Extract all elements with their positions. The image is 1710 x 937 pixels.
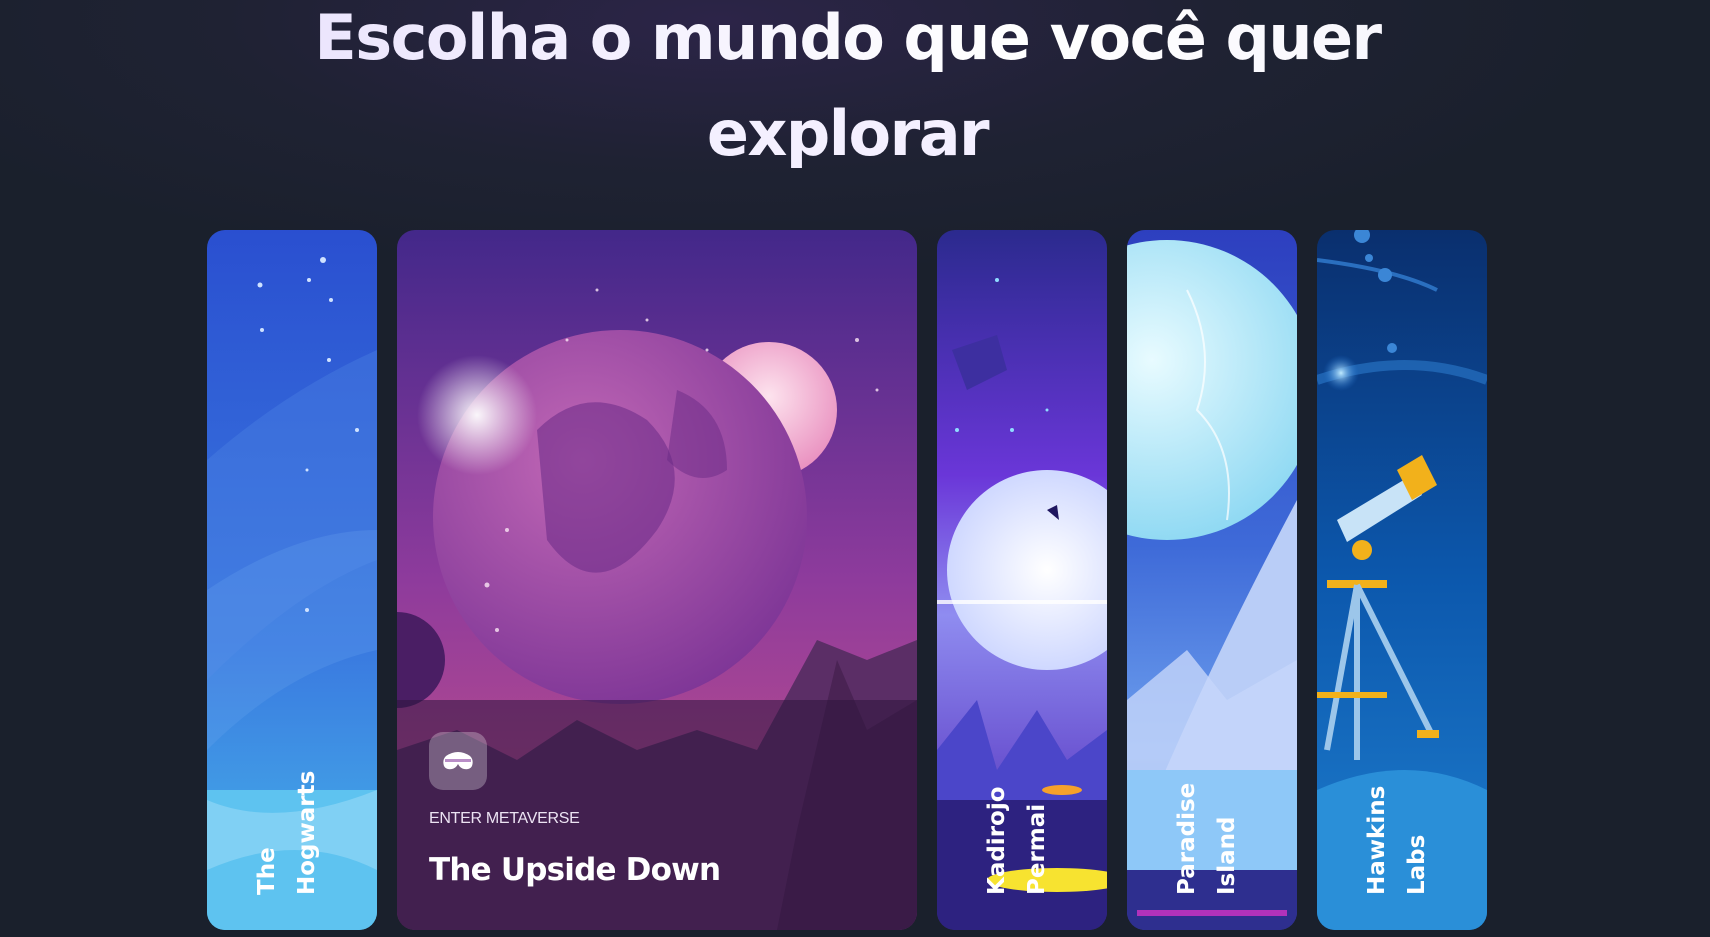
world-label-line-1: Hawkins [1364,785,1390,895]
world-label-line-1: Paradise [1174,782,1200,895]
world-label-line-2: Island [1214,816,1240,896]
world-card-paradise[interactable]: Paradise Island [1127,230,1297,930]
world-card-upside-down[interactable]: ENTER METAVERSE The Upside Down [397,230,917,930]
world-label-line-2: Permai [1024,803,1050,895]
world-label-hawkins: Hawkins Labs [1357,695,1437,895]
world-card-kadirojo[interactable]: Kadirojo Permai [937,230,1107,930]
world-label-line-2: Hogwarts [294,770,320,895]
world-label-kadirojo: Kadirojo Permai [977,695,1057,895]
world-label-hogwarts: The Hogwarts [247,695,327,895]
enter-metaverse-label: ENTER METAVERSE [429,810,580,827]
world-label-line-1: Kadirojo [984,786,1010,895]
page-title: Escolha o mundo que você quer explorar [0,0,1695,182]
world-card-hawkins[interactable]: Hawkins Labs [1317,230,1487,930]
world-label-paradise: Paradise Island [1167,695,1247,895]
vr-headset-icon [443,752,473,770]
page-title-line-1: Escolha o mundo que você quer [0,0,1695,86]
world-card-hogwarts[interactable]: The Hogwarts [207,230,377,930]
enter-metaverse-button[interactable] [429,732,487,790]
page-title-line-2: explorar [706,97,990,170]
world-card-info-panel: ENTER METAVERSE The Upside Down [397,700,917,930]
world-label-line-1: The [254,847,280,895]
world-title: The Upside Down [429,852,721,888]
world-label-line-2: Labs [1404,834,1430,895]
